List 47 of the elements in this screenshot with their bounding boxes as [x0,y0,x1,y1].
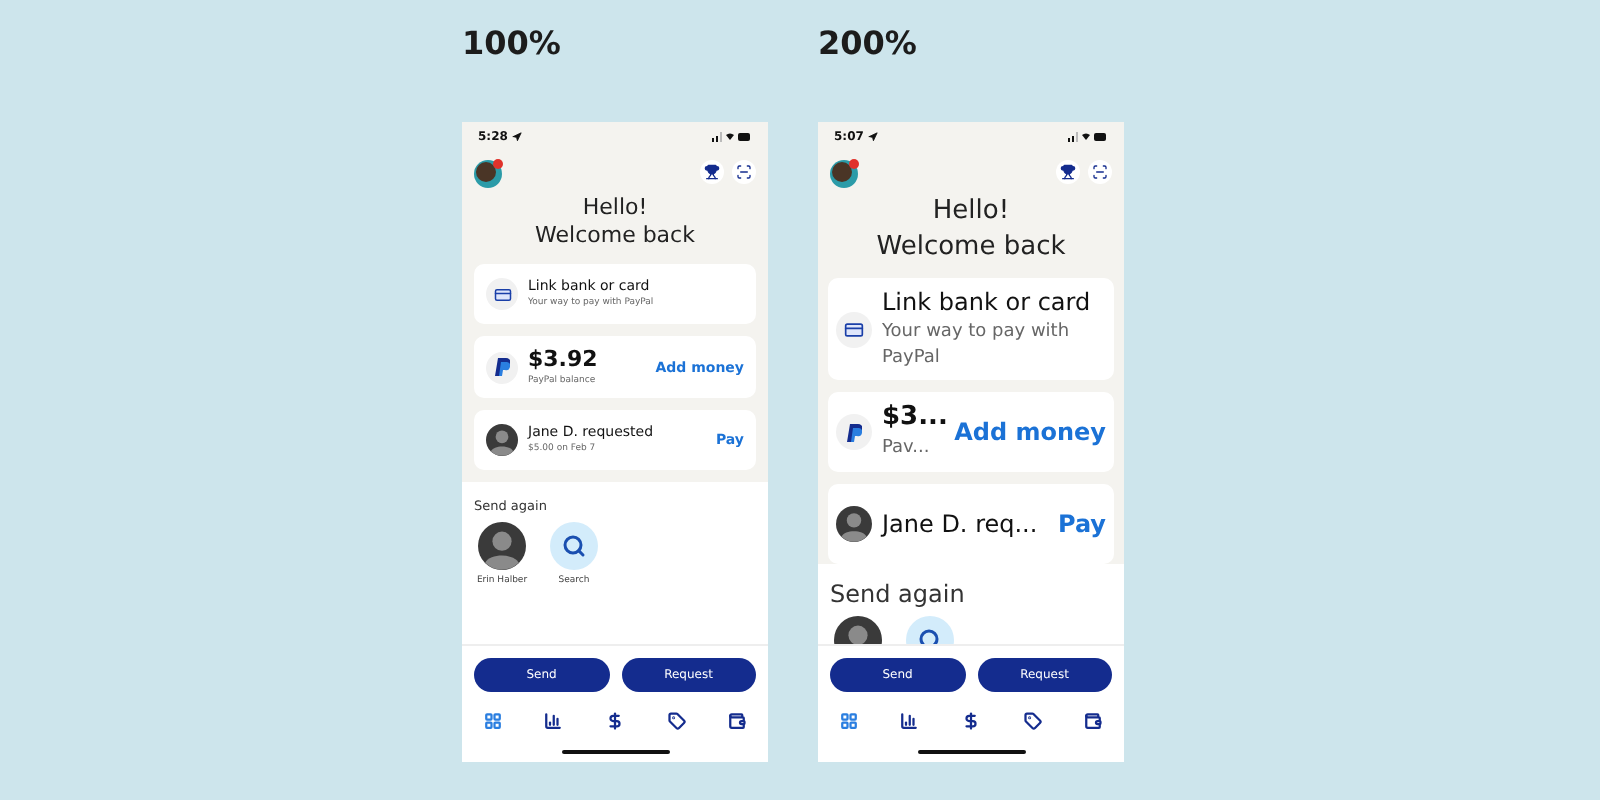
balance-amount: $3... [882,402,945,433]
pay-link[interactable]: Pay [1057,510,1106,539]
avatar [478,522,526,571]
greeting: Hello! [930,194,1012,230]
card-subtitle: Your way to pay with PayPal [882,320,1072,371]
card-icon [493,285,511,303]
trophy-icon[interactable] [1056,160,1080,184]
wallet-icon[interactable] [1084,712,1103,730]
zoom-label: 200% [818,22,919,66]
home-indicator [561,750,669,754]
card-title: Link bank or card [882,288,1093,316]
balance-amount: $3.92 [528,346,600,372]
search-icon[interactable] [550,522,598,571]
scan-icon[interactable] [732,160,756,184]
balance-label: Pav... [882,436,932,462]
greeting-subtitle: Welcome back [533,222,697,250]
request-title: Jane D. req... [882,510,1040,539]
status-icons [1068,131,1108,141]
status-icons [712,131,752,141]
wallet-icon[interactable] [728,712,747,730]
card-icon [844,319,864,340]
dollar-icon[interactable] [605,712,624,730]
logo-icon [846,423,862,442]
request-card[interactable]: Jane D. req... Pay [828,484,1114,565]
link-bank-card[interactable]: Link bank or card Your way to pay with PayPal [828,278,1114,381]
dollar-icon[interactable] [961,712,980,730]
zoom-label: 100% [462,22,563,66]
grid-icon[interactable] [839,712,858,730]
avatar [486,424,518,457]
trophy-icon[interactable] [700,160,724,184]
tag-icon[interactable] [667,712,686,730]
greeting: Hello! [580,194,650,222]
tag-icon[interactable] [1023,712,1042,730]
section-title: Send again [830,580,967,609]
avatar [836,506,872,543]
logo-icon [494,358,510,377]
location-icon [867,131,878,141]
location-icon [511,131,522,141]
greeting-subtitle: Welcome back [874,230,1068,266]
bar-chart-icon[interactable] [544,712,563,730]
profile-avatar[interactable] [474,157,504,187]
scan-icon[interactable] [1088,160,1112,184]
profile-avatar[interactable] [830,157,860,187]
grid-icon[interactable] [483,712,502,730]
bar-chart-icon[interactable] [900,712,919,730]
home-indicator [917,750,1025,754]
add-money-link[interactable]: Add money [954,418,1106,447]
